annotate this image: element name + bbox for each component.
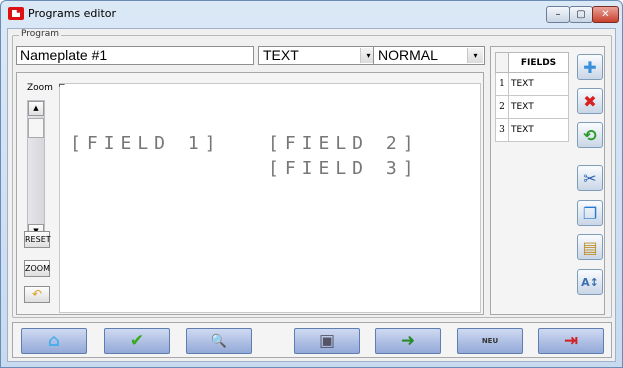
programs-editor-window: Programs editor – ▢ ✕ Program Nameplate … — [0, 0, 623, 368]
field-index: 3 — [495, 118, 509, 142]
folder-open-icon: ➜ — [400, 331, 416, 351]
bottom-toolbar: ⌂ ✔ 🔍 ▣ ➜ NEU ⇥ — [12, 322, 612, 358]
table-row[interactable]: 2 TEXT — [495, 95, 569, 119]
plus-icon: ✚ — [583, 57, 597, 77]
zoom-button[interactable]: ZOOM — [24, 260, 50, 277]
minimize-button[interactable]: – — [546, 6, 570, 23]
field-type[interactable]: TEXT — [508, 95, 569, 119]
fields-table: FIELDS 1 TEXT 2 TEXT 3 TEXT — [495, 52, 569, 142]
open-button[interactable]: ➜ — [375, 328, 441, 354]
window-title: Programs editor — [28, 7, 117, 20]
client-area: Program Nameplate #1 TEXT ▾ NORMAL ▾ Zoo… — [7, 28, 616, 362]
scissors-icon: ✂ — [583, 168, 597, 188]
sort-button[interactable]: A↕ — [577, 269, 603, 295]
home-button[interactable]: ⌂ — [21, 328, 87, 354]
font-type-select[interactable]: TEXT ▾ — [258, 46, 378, 65]
home-icon: ⌂ — [47, 331, 61, 351]
preview-button[interactable]: 🔍 — [186, 328, 252, 354]
cut-button[interactable]: ✂ — [577, 165, 603, 191]
program-group-label: Program — [19, 29, 61, 39]
style-value: NORMAL — [378, 47, 438, 63]
field-index: 1 — [495, 72, 509, 96]
reset-button[interactable]: RESET — [24, 231, 51, 248]
undo-button[interactable]: ↶ — [24, 286, 50, 303]
chevron-down-icon[interactable]: ▾ — [467, 48, 483, 63]
delete-field-button[interactable]: ✖ — [577, 88, 603, 114]
paste-button[interactable]: ▤ — [577, 234, 603, 260]
delete-icon: ✖ — [583, 91, 597, 111]
field-type[interactable]: TEXT — [508, 72, 569, 96]
undo-icon: ↶ — [31, 287, 43, 301]
program-name-input[interactable]: Nameplate #1 — [16, 46, 254, 65]
table-row[interactable]: 3 TEXT — [495, 118, 569, 142]
app-icon — [8, 7, 24, 20]
field-index: 2 — [495, 95, 509, 119]
new-document-icon: NEU — [481, 337, 499, 345]
title-bar[interactable]: Programs editor – ▢ ✕ — [1, 1, 622, 27]
zoom-label: Zoom — [27, 83, 53, 93]
fields-table-corner — [495, 52, 509, 73]
zoom-up-button[interactable]: ▲ — [28, 101, 44, 116]
back-button[interactable]: ⟲ — [577, 122, 603, 148]
new-document-button[interactable]: NEU — [457, 328, 523, 354]
canvas-field-2[interactable]: [FIELD 2] — [268, 133, 420, 154]
minimize-icon: – — [555, 9, 561, 20]
zoom-slider-thumb[interactable] — [28, 118, 44, 138]
checkmark-icon: ✔ — [129, 331, 145, 351]
editor-area: Zoom ▲ ▼ RESET ZOOM ↶ ⌐ [FIELD 1] [FIELD… — [16, 72, 484, 315]
fields-header: FIELDS — [508, 52, 569, 73]
close-button[interactable]: ✕ — [592, 6, 619, 23]
maximize-icon: ▢ — [576, 9, 586, 20]
copy-icon: ❐ — [582, 203, 598, 223]
zoom-slider[interactable]: ▲ ▼ — [27, 100, 45, 240]
sort-az-icon: A↕ — [581, 275, 599, 289]
arrow-left-icon: ⟲ — [583, 125, 597, 145]
exit-button[interactable]: ⇥ — [538, 328, 604, 354]
label-canvas[interactable]: ⌐ [FIELD 1] [FIELD 2] [FIELD 3] — [58, 81, 481, 313]
close-icon: ✕ — [601, 9, 610, 20]
style-select[interactable]: NORMAL ▾ — [373, 46, 485, 65]
canvas-field-3[interactable]: [FIELD 3] — [268, 158, 420, 179]
floppy-disk-icon: ▣ — [318, 331, 336, 351]
canvas-origin-mark: ⌐ — [58, 81, 66, 91]
table-row[interactable]: 1 TEXT — [495, 72, 569, 96]
exit-icon: ⇥ — [563, 331, 579, 351]
save-button[interactable]: ▣ — [294, 328, 360, 354]
font-type-value: TEXT — [263, 47, 299, 63]
fields-panel: FIELDS 1 TEXT 2 TEXT 3 TEXT ✚ ✖ ⟲ ✂ ❐ ▤ … — [490, 46, 605, 315]
maximize-button[interactable]: ▢ — [569, 6, 593, 23]
canvas-field-1[interactable]: [FIELD 1] — [70, 133, 222, 154]
preview-icon: 🔍 — [210, 333, 228, 349]
paste-icon: ▤ — [582, 237, 598, 257]
confirm-button[interactable]: ✔ — [104, 328, 170, 354]
add-field-button[interactable]: ✚ — [577, 54, 603, 80]
program-group: Program Nameplate #1 TEXT ▾ NORMAL ▾ Zoo… — [12, 29, 612, 318]
copy-button[interactable]: ❐ — [577, 200, 603, 226]
field-type[interactable]: TEXT — [508, 118, 569, 142]
